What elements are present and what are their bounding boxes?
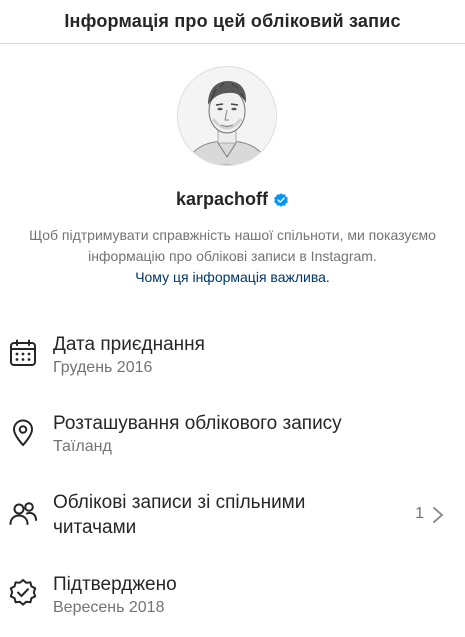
- mutual-followers-label-line2: читачами: [53, 517, 137, 538]
- date-joined-row: Дата приєднання Грудень 2016: [0, 330, 465, 380]
- account-location-label: Розташування облікового запису: [53, 413, 342, 434]
- verified-badge-outline-icon: [9, 579, 37, 606]
- description-text: Щоб підтримувати справжність нашої спіль…: [29, 227, 436, 264]
- mutual-followers-label-line1: Облікові записи зі спільними: [53, 492, 306, 513]
- dialog-header: Інформація про цей обліковий запис: [0, 0, 465, 44]
- username-row: karpachoff: [0, 189, 465, 210]
- chevron-right-icon[interactable]: [431, 506, 445, 524]
- why-important-link[interactable]: Чому ця інформація важлива.: [20, 267, 445, 288]
- dialog-title: Інформація про цей обліковий запис: [64, 11, 401, 31]
- verified-label: Підтверджено: [53, 574, 177, 595]
- avatar-portrait-image: [178, 67, 276, 165]
- calendar-icon: [10, 339, 36, 366]
- people-icon: [9, 502, 37, 525]
- location-pin-icon: [13, 419, 33, 446]
- mutual-followers-row[interactable]: Облікові записи зі спільними читачами 1: [0, 490, 465, 540]
- username: karpachoff: [175, 189, 269, 209]
- verified-badge-icon: [274, 192, 288, 207]
- account-location-row: Розташування облікового запису Таїланд: [0, 409, 465, 459]
- mutual-followers-count: 1: [415, 505, 424, 522]
- verified-date-value: Вересень 2018: [53, 599, 165, 616]
- account-location-value: Таїланд: [53, 438, 112, 455]
- date-joined-value: Грудень 2016: [53, 359, 153, 376]
- avatar: [177, 66, 277, 166]
- verified-row: Підтверджено Вересень 2018: [0, 570, 465, 620]
- date-joined-label: Дата приєднання: [53, 334, 205, 355]
- account-info-description: Щоб підтримувати справжність нашої спіль…: [20, 225, 445, 288]
